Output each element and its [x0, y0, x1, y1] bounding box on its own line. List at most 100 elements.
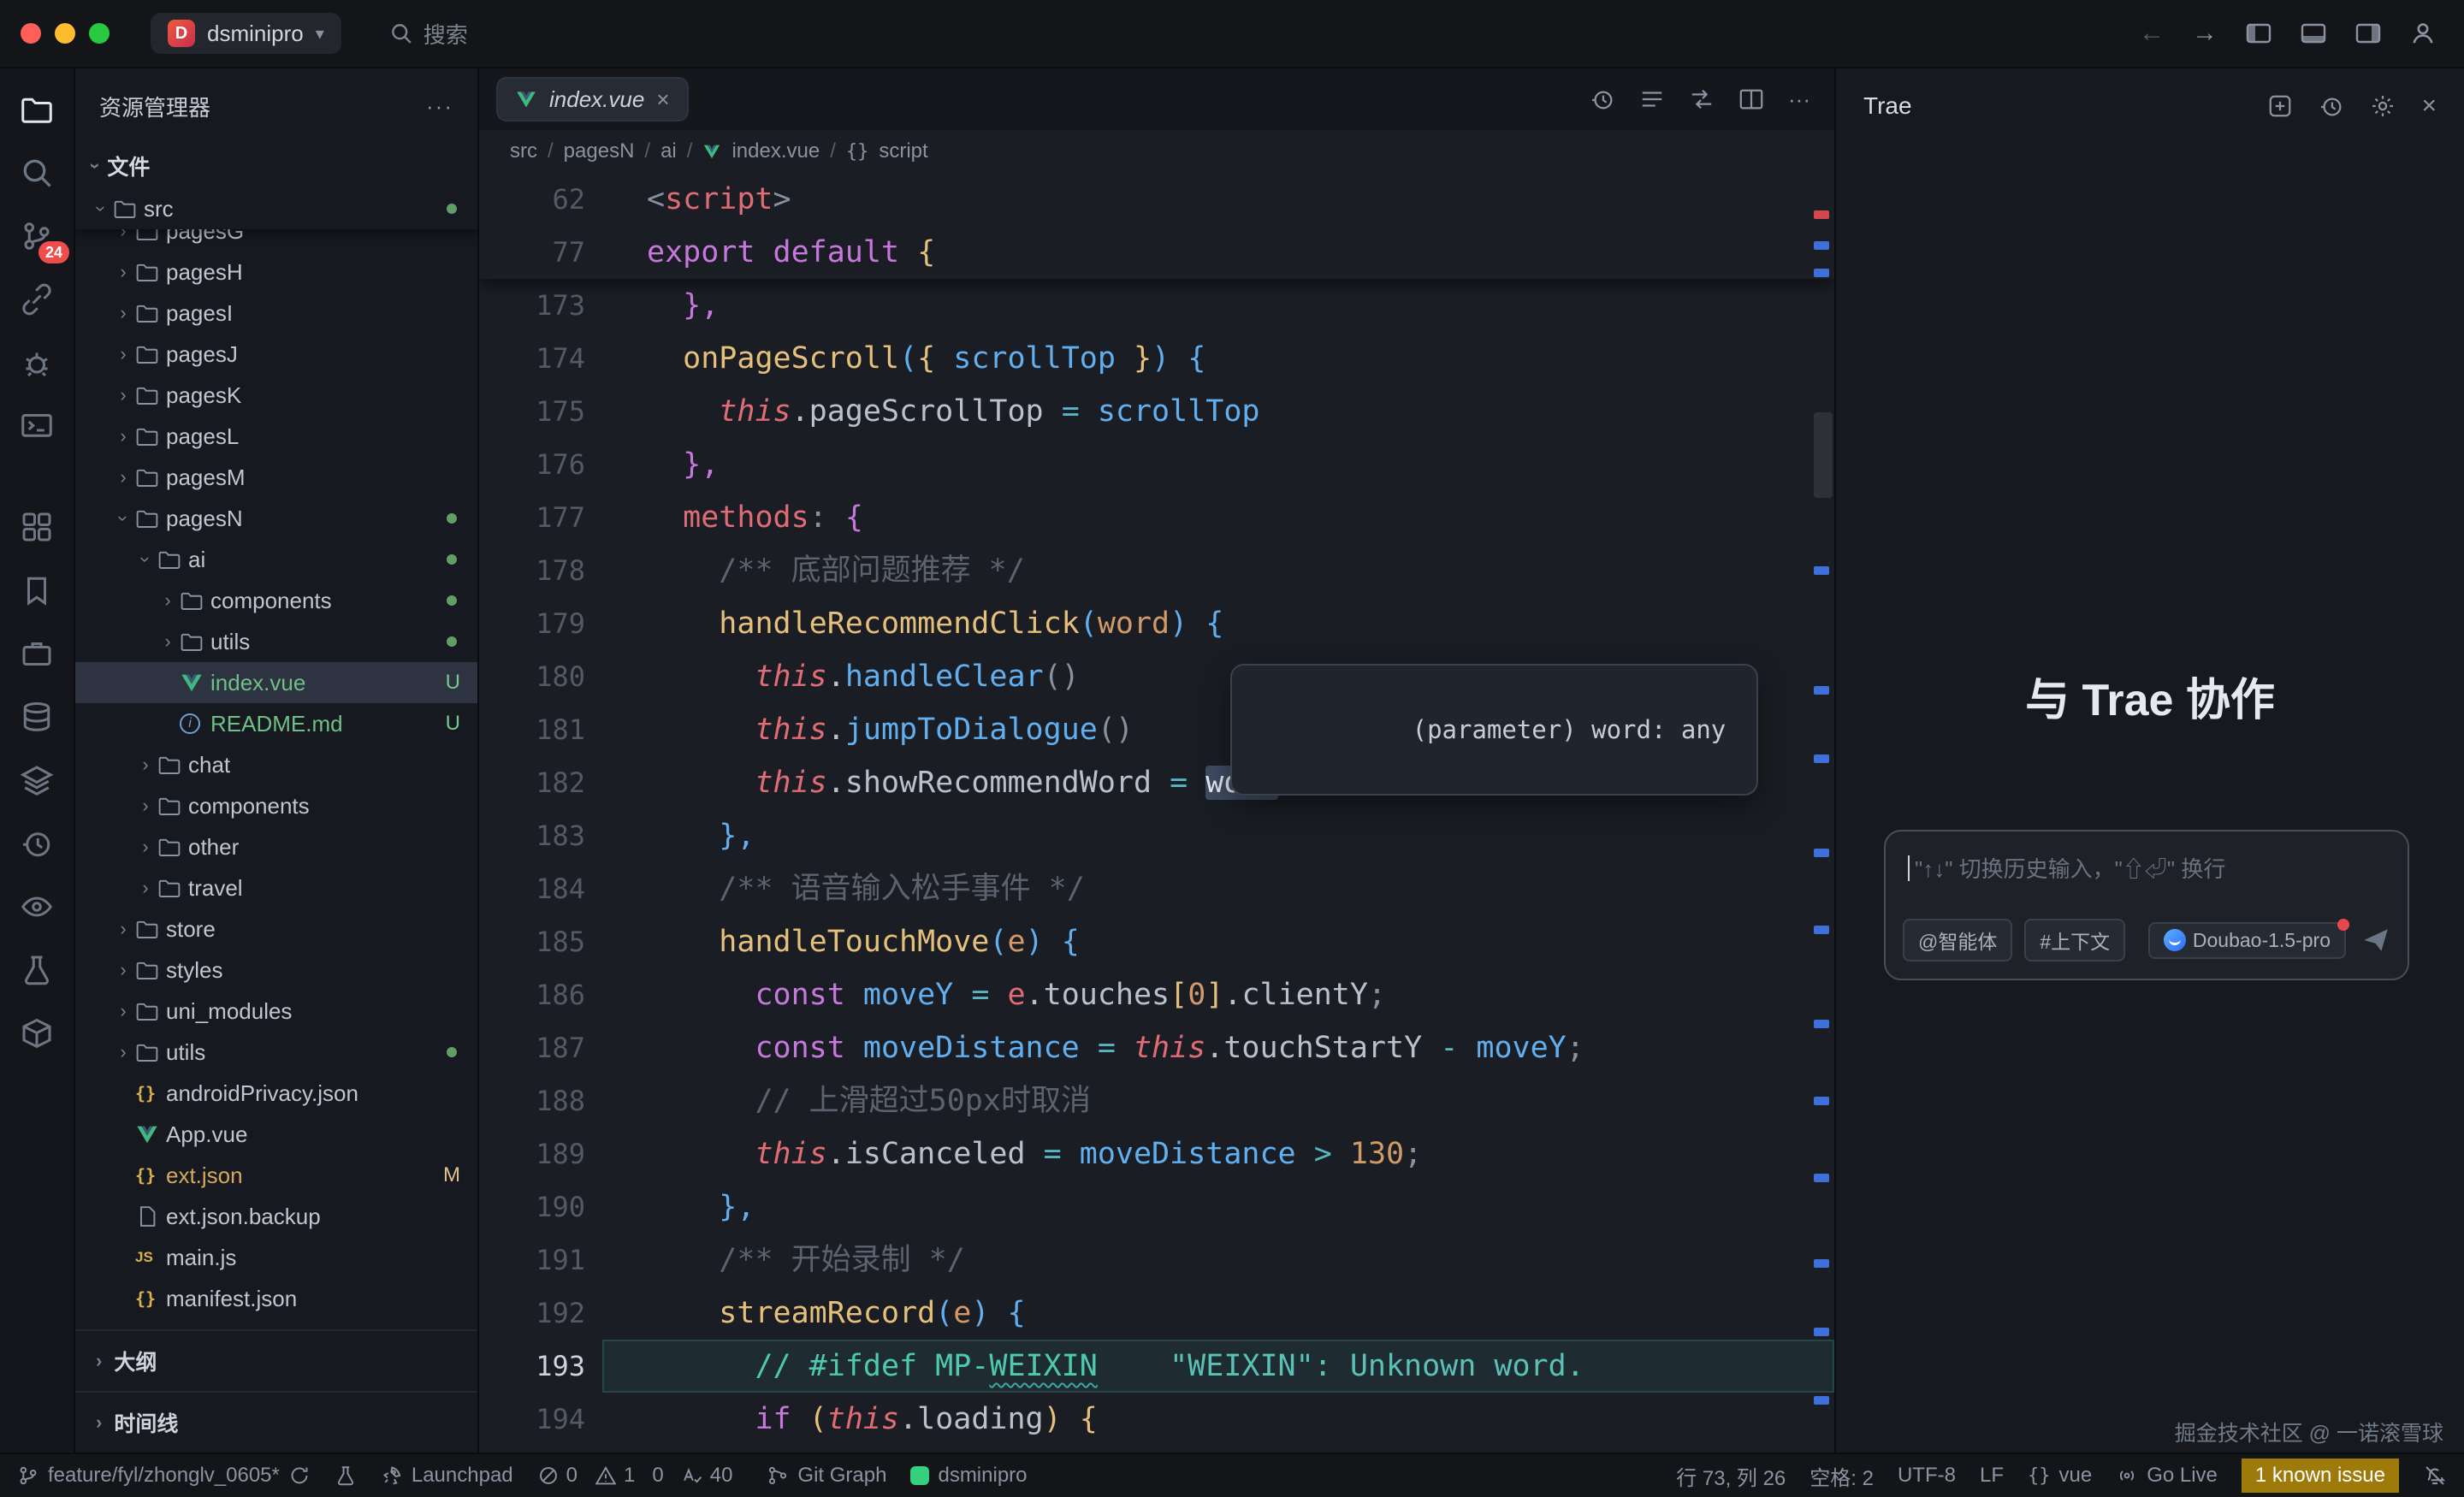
indentation-item[interactable]: 空格: 2 — [1810, 1461, 1874, 1491]
maximize-window-button[interactable] — [89, 23, 110, 44]
toggle-right-panel-icon[interactable] — [2354, 20, 2382, 47]
breadcrumb-item[interactable]: pagesN — [564, 139, 635, 163]
tree-item-androidprivacy-json[interactable]: {}androidPrivacy.json — [75, 1073, 477, 1114]
tree-item-utils[interactable]: ›utils — [75, 621, 477, 662]
tree-item-pagesn[interactable]: ›pagesN — [75, 498, 477, 539]
agent-chip[interactable]: @智能体 — [1903, 919, 2012, 962]
tree-item-src[interactable]: ›src — [75, 188, 477, 229]
search-sidebar-icon[interactable] — [20, 156, 54, 190]
files-section-header[interactable]: › 文件 — [75, 144, 477, 188]
context-chip[interactable]: #上下文 — [2024, 919, 2125, 962]
breadcrumb-item[interactable]: ai — [660, 139, 677, 163]
code-line-179[interactable]: 179 handleRecommendClick(word) { — [479, 597, 1834, 650]
tab-index-vue[interactable]: index.vue × — [496, 77, 689, 121]
code-line-62[interactable]: 62<script> — [479, 173, 1834, 226]
send-icon[interactable] — [2361, 926, 2390, 955]
toggle-left-panel-icon[interactable] — [2245, 20, 2272, 47]
remote-icon[interactable] — [20, 282, 54, 317]
layers-icon[interactable] — [20, 763, 54, 797]
cursor-position-item[interactable]: 行 73, 列 26 — [1676, 1461, 1786, 1491]
tree-item-travel[interactable]: ›travel — [75, 867, 477, 908]
test-beaker-icon[interactable] — [20, 953, 54, 987]
tree-item-readme-md[interactable]: iREADME.mdU — [75, 703, 477, 744]
breadcrumb-item[interactable]: src — [510, 139, 537, 163]
language-mode-item[interactable]: {} vue — [2028, 1464, 2092, 1488]
code-line-186[interactable]: 186 const moveY = e.touches[0].clientY; — [479, 968, 1834, 1021]
tree-item-manifest-json[interactable]: {}manifest.json — [75, 1278, 477, 1319]
tree-item-ai[interactable]: ›ai — [75, 539, 477, 580]
timeline-section[interactable]: › 时间线 — [75, 1391, 477, 1453]
chat-history-icon[interactable] — [2319, 93, 2344, 119]
database-icon[interactable] — [20, 700, 54, 734]
code-line-183[interactable]: 183 }, — [479, 809, 1834, 862]
code-line-192[interactable]: 192 streamRecord(e) { — [479, 1287, 1834, 1340]
code-line-185[interactable]: 185 handleTouchMove(e) { — [479, 915, 1834, 968]
bookmark-icon[interactable] — [20, 573, 54, 607]
git-branch-item[interactable]: feature/fyl/zhonglv_0605* — [17, 1464, 311, 1488]
tree-item-other[interactable]: ›other — [75, 826, 477, 867]
tree-item-main-js[interactable]: JSmain.js — [75, 1237, 477, 1278]
project-status-item[interactable]: dsminipro — [910, 1464, 1027, 1488]
minimize-window-button[interactable] — [55, 23, 75, 44]
code-line-188[interactable]: 188 // 上滑超过50px时取消 — [479, 1074, 1834, 1127]
source-control-icon[interactable]: 24 — [20, 219, 54, 253]
code-line-194[interactable]: 194 if (this.loading) { — [479, 1393, 1834, 1446]
terminal-icon[interactable] — [20, 409, 54, 443]
tree-item-utils[interactable]: ›utils — [75, 1032, 477, 1073]
preview-icon[interactable] — [20, 890, 54, 924]
split-editor-icon[interactable] — [1738, 86, 1764, 112]
tree-item-pagesh[interactable]: ›pagesH — [75, 251, 477, 293]
outline-list-icon[interactable] — [1639, 86, 1665, 112]
settings-gear-icon[interactable] — [2370, 93, 2396, 119]
code-line-77[interactable]: 77export default { — [479, 226, 1834, 279]
model-selector[interactable]: Doubao-1.5-pro — [2148, 922, 2346, 959]
code-line-184[interactable]: 184 /** 语音输入松手事件 */ — [479, 862, 1834, 915]
workspace-switcher[interactable]: D dsminipro ▾ — [151, 13, 341, 54]
more-actions-icon[interactable]: ··· — [1788, 86, 1810, 113]
tree-item-store[interactable]: ›store — [75, 908, 477, 950]
code-line-193[interactable]: 193 // #ifdef MP-WEIXIN "WEIXIN": Unknow… — [479, 1340, 1834, 1393]
outline-section[interactable]: › 大纲 — [75, 1329, 477, 1391]
code-line-178[interactable]: 178 /** 底部问题推荐 */ — [479, 544, 1834, 597]
code-line-173[interactable]: 173 }, — [479, 279, 1834, 332]
problems-item[interactable]: 0 1 0 40 — [537, 1464, 743, 1488]
code-line-174[interactable]: 174 onPageScroll({ scrollTop }) { — [479, 332, 1834, 385]
go-live-item[interactable]: Go Live — [2116, 1464, 2218, 1488]
encoding-item[interactable]: UTF-8 — [1898, 1464, 1956, 1488]
code-line-189[interactable]: 189 this.isCanceled = moveDistance > 130… — [479, 1127, 1834, 1180]
known-issue-badge[interactable]: 1 known issue — [2242, 1459, 2399, 1493]
code-line-177[interactable]: 177 methods: { — [479, 491, 1834, 544]
tree-item-chat[interactable]: ›chat — [75, 744, 477, 785]
navigate-forward-icon[interactable]: → — [2192, 19, 2218, 48]
code-area[interactable]: 62<script>77export default { 173 },174 o… — [479, 173, 1834, 1453]
global-search[interactable]: 搜索 — [389, 18, 468, 50]
debug-icon[interactable] — [20, 346, 54, 380]
tree-item-components[interactable]: ›components — [75, 580, 477, 621]
breadcrumb-item[interactable]: script — [879, 139, 927, 163]
beaker-status-icon[interactable] — [335, 1464, 357, 1487]
close-tab-icon[interactable]: × — [656, 86, 669, 113]
tree-item-ext-json-backup[interactable]: ext.json.backup — [75, 1196, 477, 1237]
tree-item-styles[interactable]: ›styles — [75, 950, 477, 991]
code-line-190[interactable]: 190 }, — [479, 1180, 1834, 1234]
navigate-back-icon[interactable]: ← — [2139, 19, 2165, 48]
close-panel-icon[interactable]: × — [2421, 92, 2437, 121]
tree-item-index-vue[interactable]: index.vueU — [75, 662, 477, 703]
tree-item-pagesi[interactable]: ›pagesI — [75, 293, 477, 334]
explorer-icon[interactable] — [20, 92, 54, 127]
code-line-191[interactable]: 191 /** 开始录制 */ — [479, 1234, 1834, 1287]
apps-grid-icon[interactable] — [20, 510, 54, 544]
tree-item-pagesm[interactable]: ›pagesM — [75, 457, 477, 498]
tree-item-app-vue[interactable]: App.vue — [75, 1114, 477, 1155]
notifications-bell-icon[interactable] — [2423, 1464, 2447, 1488]
code-line-187[interactable]: 187 const moveDistance = this.touchStart… — [479, 1021, 1834, 1074]
compare-changes-icon[interactable] — [1689, 86, 1715, 112]
tree-item-uni-modules[interactable]: ›uni_modules — [75, 991, 477, 1032]
tree-item-ext-json[interactable]: {}ext.jsonM — [75, 1155, 477, 1196]
sidebar-more-icon[interactable]: ··· — [426, 93, 453, 120]
tree-item-components[interactable]: ›components — [75, 785, 477, 826]
close-window-button[interactable] — [21, 23, 41, 44]
package-icon[interactable] — [20, 1016, 54, 1050]
code-line-175[interactable]: 175 this.pageScrollTop = scrollTop — [479, 385, 1834, 438]
toggle-bottom-panel-icon[interactable] — [2300, 20, 2327, 47]
